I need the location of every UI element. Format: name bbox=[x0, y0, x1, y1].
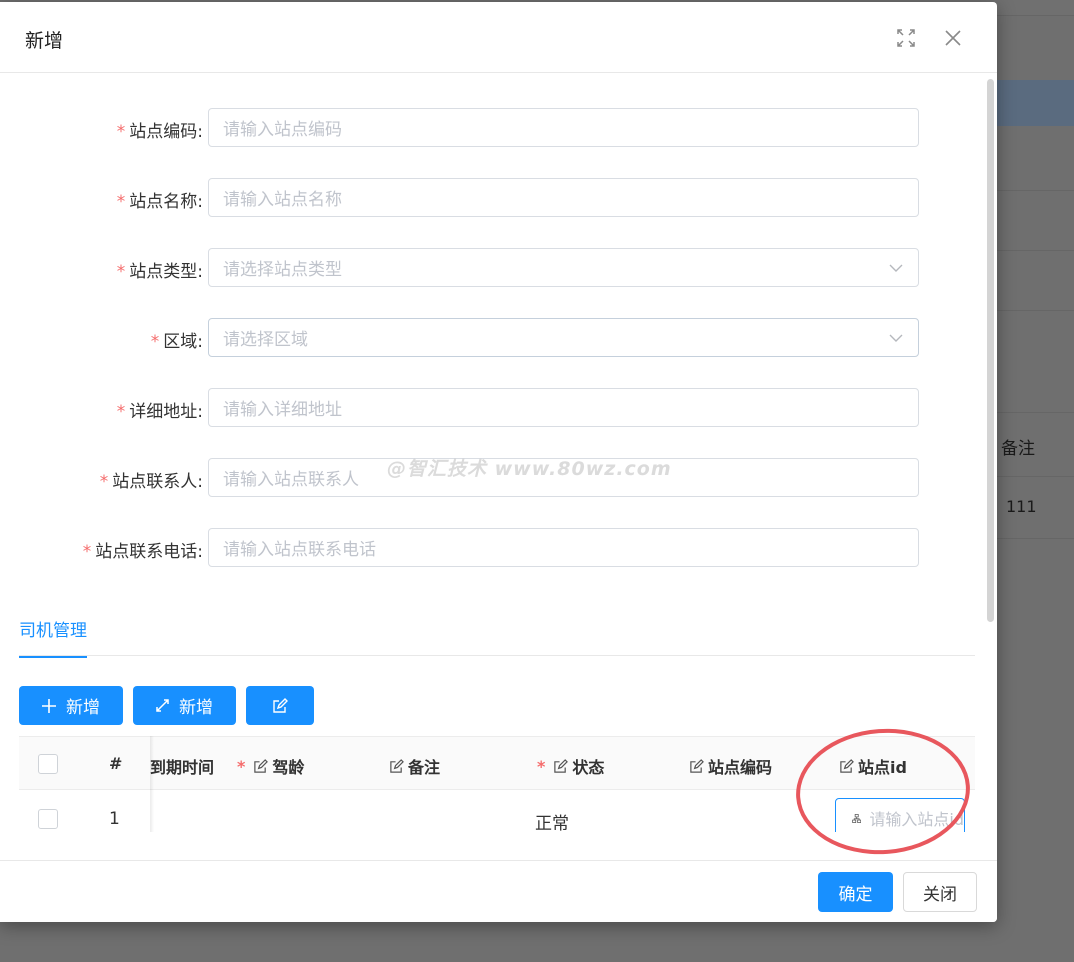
bg-row-divider bbox=[994, 250, 1074, 251]
bg-row-divider bbox=[994, 412, 1074, 413]
bg-column-header: 备注 bbox=[1001, 439, 1035, 459]
placeholder: 请输入详细地址 bbox=[223, 400, 342, 420]
field-label: * 站点联系人: bbox=[100, 467, 203, 492]
label-text: 站点联系电话: bbox=[95, 542, 203, 562]
field-label: * 站点名称: bbox=[117, 187, 203, 212]
fixed-column-shadow bbox=[150, 736, 154, 832]
edit-button[interactable] bbox=[246, 686, 314, 725]
th-status[interactable]: * 状态 bbox=[537, 754, 604, 778]
header-label: 备注 bbox=[408, 758, 441, 777]
required-mark: * bbox=[537, 756, 546, 776]
watermark: @智汇技术 www.80wz.com bbox=[387, 458, 672, 480]
field-label: * 站点类型: bbox=[117, 257, 203, 282]
th-remark[interactable]: 备注 bbox=[389, 754, 440, 778]
field-label: * 站点编码: bbox=[117, 117, 203, 142]
edit-icon bbox=[390, 758, 404, 773]
header-label: 驾龄 bbox=[272, 758, 305, 777]
form-row-phone: * 站点联系电话: 请输入站点联系电话 bbox=[0, 528, 940, 568]
expand-icon bbox=[156, 699, 169, 712]
label-text: 详细地址: bbox=[129, 402, 203, 422]
th-site-code[interactable]: 站点编码 bbox=[689, 754, 772, 778]
edit-icon bbox=[254, 758, 269, 773]
maximize-icon[interactable] bbox=[892, 24, 920, 52]
region-select[interactable]: 请选择区域 bbox=[208, 318, 919, 357]
form-row-site-name: * 站点名称: 请输入站点名称 bbox=[0, 178, 940, 218]
modal-title: 新增 bbox=[25, 30, 64, 52]
th-index: # bbox=[109, 754, 123, 773]
edit-icon bbox=[690, 758, 704, 773]
bg-row-divider bbox=[994, 190, 1074, 191]
row-checkbox[interactable] bbox=[38, 809, 58, 829]
chevron-down-icon bbox=[889, 334, 903, 342]
bg-row-divider bbox=[994, 476, 1074, 477]
phone-input[interactable]: 请输入站点联系电话 bbox=[208, 528, 919, 567]
label-text: 站点类型: bbox=[129, 262, 203, 282]
field-label: * 区域: bbox=[151, 327, 203, 352]
bg-row-divider bbox=[994, 538, 1074, 539]
required-mark: * bbox=[116, 192, 126, 212]
modal-header: 新增 bbox=[0, 2, 997, 73]
modal-footer: 确定 关闭 bbox=[0, 860, 997, 922]
site-type-select[interactable]: 请选择站点类型 bbox=[208, 248, 919, 287]
button-label: 新增 bbox=[179, 698, 213, 718]
tab-bar: 司机管理 bbox=[19, 612, 975, 658]
label-text: 站点联系人: bbox=[112, 472, 203, 492]
bg-header-strip bbox=[994, 0, 1074, 16]
placeholder: 请选择站点类型 bbox=[223, 260, 342, 280]
field-label: * 站点联系电话: bbox=[83, 537, 203, 562]
placeholder: 请选择区域 bbox=[223, 330, 308, 350]
edit-icon bbox=[554, 758, 569, 773]
placeholder: 请输入站点编码 bbox=[223, 120, 342, 140]
address-input[interactable]: 请输入详细地址 bbox=[208, 388, 919, 427]
confirm-button[interactable]: 确定 bbox=[818, 872, 893, 912]
required-mark: * bbox=[237, 756, 246, 776]
label-text: 区域: bbox=[163, 332, 203, 352]
edit-icon bbox=[273, 697, 288, 713]
field-label: * 详细地址: bbox=[117, 397, 203, 422]
cell-index: 1 bbox=[109, 809, 120, 829]
placeholder: 请输入站点名称 bbox=[223, 190, 342, 210]
form-row-site-code: * 站点编码: 请输入站点编码 bbox=[0, 108, 940, 148]
th-driving-age[interactable]: * 驾龄 bbox=[237, 754, 304, 778]
add-fullscreen-button[interactable]: 新增 bbox=[133, 686, 236, 725]
button-label: 新增 bbox=[66, 698, 100, 718]
header-label: 站点编码 bbox=[708, 758, 773, 777]
form-row-region: * 区域: 请选择区域 bbox=[0, 318, 940, 358]
site-code-input[interactable]: 请输入站点编码 bbox=[208, 108, 919, 147]
cell-status[interactable]: 正常 bbox=[535, 809, 569, 832]
required-mark: * bbox=[116, 262, 126, 282]
th-expire-time: 到期时间 bbox=[150, 758, 215, 777]
required-mark: * bbox=[82, 542, 92, 562]
placeholder: 请输入站点联系电话 bbox=[223, 540, 376, 560]
bg-row-divider bbox=[994, 310, 1074, 311]
chevron-down-icon bbox=[889, 264, 903, 272]
plus-icon bbox=[42, 698, 56, 713]
tab-driver-management[interactable]: 司机管理 bbox=[19, 616, 87, 658]
close-button[interactable]: 关闭 bbox=[903, 872, 977, 912]
header-label: 状态 bbox=[572, 758, 605, 777]
close-icon[interactable] bbox=[939, 24, 967, 52]
required-mark: * bbox=[150, 332, 160, 352]
bg-selected-row bbox=[994, 80, 1074, 126]
site-name-input[interactable]: 请输入站点名称 bbox=[208, 178, 919, 217]
required-mark: * bbox=[99, 472, 109, 492]
label-text: 站点名称: bbox=[129, 192, 203, 212]
form-row-site-type: * 站点类型: 请选择站点类型 bbox=[0, 248, 940, 288]
scrollbar-thumb[interactable] bbox=[987, 79, 994, 622]
add-row-button[interactable]: 新增 bbox=[19, 686, 123, 725]
select-all-checkbox[interactable] bbox=[38, 754, 58, 774]
required-mark: * bbox=[116, 402, 126, 422]
label-text: 站点编码: bbox=[129, 122, 203, 142]
required-mark: * bbox=[116, 122, 126, 142]
form-row-address: * 详细地址: 请输入详细地址 bbox=[0, 388, 940, 428]
bg-cell-value: 111 bbox=[1006, 497, 1037, 516]
